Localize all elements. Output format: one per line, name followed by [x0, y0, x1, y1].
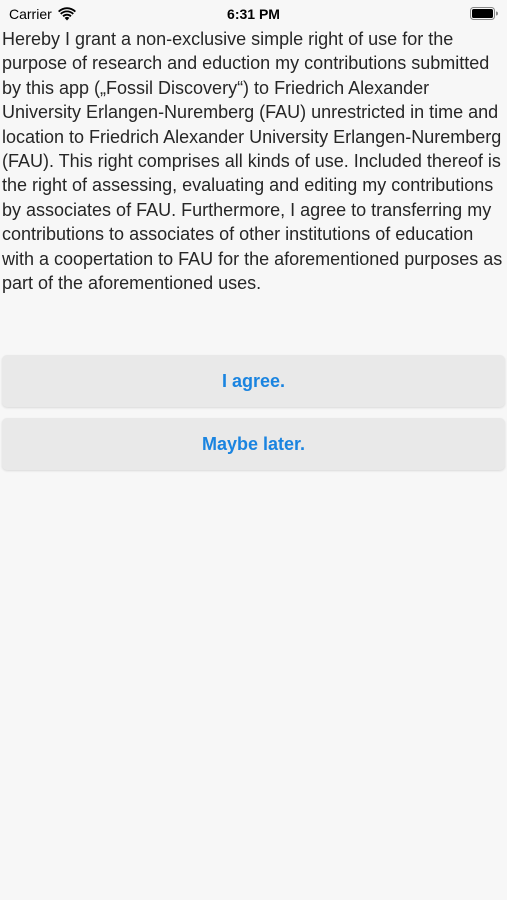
- status-bar: Carrier 6:31 PM: [0, 0, 507, 28]
- agree-button[interactable]: I agree.: [2, 355, 505, 407]
- consent-text: Hereby I grant a non-exclusive simple ri…: [2, 29, 503, 294]
- maybe-later-button[interactable]: Maybe later.: [2, 418, 505, 470]
- battery-icon: [470, 7, 498, 20]
- status-time: 6:31 PM: [227, 6, 280, 22]
